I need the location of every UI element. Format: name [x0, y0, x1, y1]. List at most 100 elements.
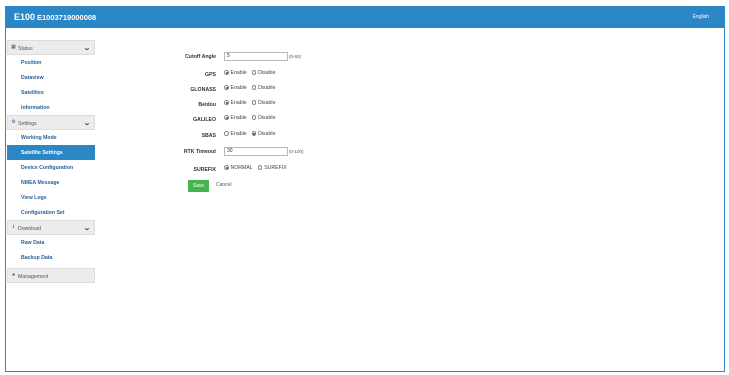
sidebar: ▦ Status ⌄ Position Dataview Satellites …: [7, 40, 95, 283]
radio-icon: [224, 100, 229, 105]
sidebar-item-label: Dataview: [21, 75, 44, 81]
radio-icon: [224, 131, 229, 136]
sidebar-item-information[interactable]: Information: [7, 100, 95, 115]
gear-icon: ⚙: [11, 119, 16, 125]
row-sbas: SBAS Enable Disable: [120, 131, 420, 143]
chevron-down-icon: ⌄: [83, 225, 91, 232]
sidebar-item-configuration-set[interactable]: Configuration Set: [7, 205, 95, 220]
sidebar-item-view-logs[interactable]: View Logs: [7, 190, 95, 205]
row-beidou: Beidou Enable Disable: [120, 100, 420, 112]
gps-enable-radio[interactable]: Enable: [224, 70, 250, 77]
option-label: Enable: [230, 100, 247, 106]
sidebar-item-label: Information: [21, 105, 50, 111]
radio-icon: [257, 165, 263, 170]
cutoff-angle-input[interactable]: 5: [224, 52, 288, 61]
option-label: Disable: [258, 85, 276, 91]
field-label: GALILEO: [192, 117, 216, 123]
chart-icon: ▦: [11, 44, 16, 50]
top-header: E100 E1003719000008 English: [6, 7, 724, 28]
sidebar-item-position[interactable]: Position: [7, 55, 95, 70]
glonass-disable-radio[interactable]: Disable: [251, 85, 279, 92]
option-label: Enable: [230, 131, 247, 137]
sidebar-item-label: Configuration Set: [21, 210, 65, 216]
sidebar-group-label: Settings: [18, 120, 37, 127]
sidebar-item-dataview[interactable]: Dataview: [7, 70, 95, 85]
glonass-enable-radio[interactable]: Enable: [224, 85, 250, 92]
field-label: GLONASS: [190, 87, 216, 93]
row-surefix: SUREFIX NORMAL SUREFIX: [120, 165, 420, 177]
sidebar-group-download[interactable]: ⭳ Download ⌄: [7, 220, 95, 235]
field-label: SUREFIX: [193, 167, 216, 173]
sidebar-item-satellite-settings[interactable]: Satellite Settings: [7, 145, 95, 160]
field-label: Beidou: [198, 102, 216, 108]
row-galileo: GALILEO Enable Disable: [120, 115, 420, 127]
sbas-disable-radio[interactable]: Disable: [251, 131, 279, 138]
surefix-surefix-radio[interactable]: SUREFIX: [257, 165, 290, 172]
cancel-button[interactable]: Cancel: [216, 182, 232, 188]
device-serial: E1003719000008: [37, 13, 97, 22]
option-label: NORMAL: [230, 165, 253, 171]
option-label: Disable: [258, 131, 276, 137]
galileo-enable-radio[interactable]: Enable: [224, 115, 250, 122]
field-label: Cutoff Angle: [185, 54, 216, 60]
row-glonass: GLONASS Enable Disable: [120, 85, 420, 97]
option-label: Enable: [230, 115, 247, 121]
option-label: Disable: [258, 115, 276, 121]
option-label: Disable: [258, 100, 276, 106]
field-hint: (0-100): [289, 149, 304, 154]
radio-icon: [224, 165, 229, 170]
sidebar-item-device-configuration[interactable]: Device Configuration: [7, 160, 95, 175]
sidebar-item-label: Position: [21, 60, 42, 66]
sidebar-group-label: Download: [18, 225, 42, 232]
sbas-enable-radio[interactable]: Enable: [224, 131, 250, 138]
sidebar-item-label: NMEA Message: [21, 180, 60, 186]
sidebar-item-label: View Logs: [21, 195, 47, 201]
sidebar-item-label: Satellite Settings: [21, 150, 63, 156]
sidebar-item-working-mode[interactable]: Working Mode: [7, 130, 95, 145]
download-icon: ⭳: [12, 224, 15, 230]
radio-icon: [224, 85, 229, 90]
sidebar-group-label: Management: [18, 273, 49, 280]
row-rtk-timeout: RTK Timeout 30 (0-100): [120, 147, 420, 159]
radio-icon: [251, 115, 257, 120]
field-label: SBAS: [201, 133, 216, 139]
sidebar-item-label: Working Mode: [21, 135, 57, 141]
galileo-disable-radio[interactable]: Disable: [251, 115, 279, 122]
rtk-timeout-input[interactable]: 30: [224, 147, 288, 156]
radio-icon: [224, 70, 229, 75]
radio-icon: [224, 115, 229, 120]
info-icon: ●: [11, 272, 16, 278]
radio-icon: [251, 70, 257, 75]
sidebar-item-backup-data[interactable]: Backup Data: [7, 250, 95, 265]
sidebar-item-label: Device Configuration: [21, 165, 74, 171]
option-label: Disable: [258, 70, 276, 76]
sidebar-item-label: Raw Data: [21, 240, 45, 246]
sidebar-item-satellites[interactable]: Satellites: [7, 85, 95, 100]
beidou-enable-radio[interactable]: Enable: [224, 100, 250, 107]
radio-icon: [251, 131, 257, 136]
field-label: GPS: [205, 72, 216, 78]
sidebar-group-label: Status: [18, 45, 33, 52]
chevron-down-icon: ⌄: [83, 120, 91, 127]
field-hint: (0-60): [289, 54, 302, 59]
field-label: RTK Timeout: [183, 149, 216, 155]
radio-icon: [251, 100, 257, 105]
sidebar-item-nmea-message[interactable]: NMEA Message: [7, 175, 95, 190]
row-gps: GPS Enable Disable: [120, 70, 420, 82]
radio-icon: [251, 85, 257, 90]
device-model: E100: [14, 12, 36, 22]
sidebar-item-label: Backup Data: [21, 255, 53, 261]
language-link[interactable]: English: [693, 14, 709, 20]
save-button[interactable]: Save: [188, 180, 209, 192]
row-cutoff-angle: Cutoff Angle 5 (0-60): [120, 52, 420, 64]
sidebar-group-management[interactable]: ● Management: [7, 268, 95, 283]
gps-disable-radio[interactable]: Disable: [251, 70, 279, 77]
sidebar-item-raw-data[interactable]: Raw Data: [7, 235, 95, 250]
option-label: SUREFIX: [264, 165, 287, 171]
beidou-disable-radio[interactable]: Disable: [251, 100, 279, 107]
chevron-down-icon: ⌄: [83, 45, 91, 52]
sidebar-group-status[interactable]: ▦ Status ⌄: [7, 40, 95, 55]
option-label: Enable: [230, 85, 247, 91]
surefix-normal-radio[interactable]: NORMAL: [224, 165, 256, 172]
sidebar-group-settings[interactable]: ⚙ Settings ⌄: [7, 115, 95, 130]
